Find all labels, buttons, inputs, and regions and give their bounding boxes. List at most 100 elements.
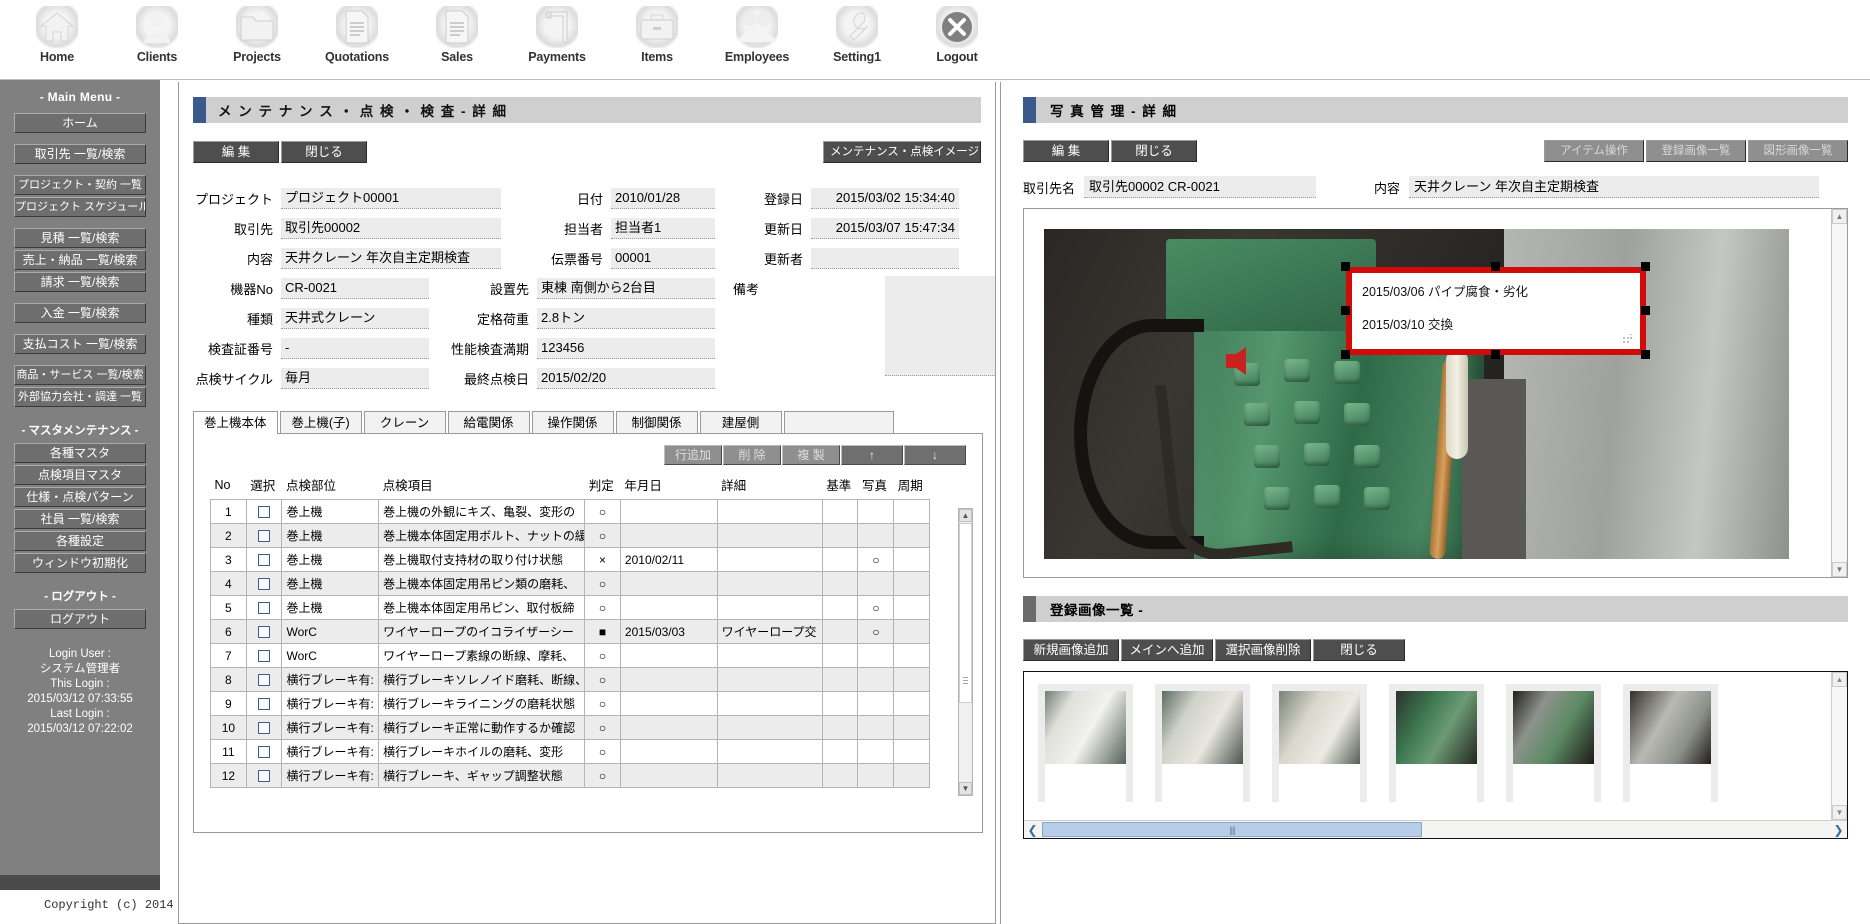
gallery-close-button[interactable]: 閉じる <box>1313 639 1405 661</box>
table-row[interactable]: 7 WorC ワイヤーロープ素線の断線、摩耗、 ○ <box>210 643 930 668</box>
toolbar-item-quotations[interactable]: Quotations <box>318 0 396 64</box>
add-row-button[interactable]: 行追加 <box>664 445 722 465</box>
registered-images-button[interactable]: 登録画像一覧 <box>1646 140 1746 162</box>
type-field[interactable]: 天井式クレーン <box>281 307 429 329</box>
table-row[interactable]: 4 巻上機 巻上機本体固定用吊ピン類の磨耗、 ○ <box>210 571 930 596</box>
row-checkbox[interactable] <box>258 554 271 567</box>
selection-handle-e[interactable] <box>1641 306 1650 315</box>
cell-select[interactable] <box>245 691 283 716</box>
maintenance-image-button[interactable]: メンテナンス・点検イメージ <box>823 141 981 163</box>
photo-content-field[interactable]: 天井クレーン 年次自主定期検査 <box>1409 176 1820 198</box>
gallery-thumbnail[interactable] <box>1038 684 1133 802</box>
red-arrow-marker-icon[interactable] <box>1226 347 1246 375</box>
row-checkbox[interactable] <box>258 530 271 543</box>
sidebar-item-employees[interactable]: 社員 一覧/検索 <box>14 509 146 529</box>
selection-handle-se[interactable] <box>1641 350 1650 359</box>
toolbar-item-items[interactable]: Items <box>618 0 696 64</box>
row-checkbox[interactable] <box>258 626 271 639</box>
sidebar-item-master-inspection[interactable]: 点検項目マスタ <box>14 465 146 485</box>
cell-select[interactable] <box>245 499 283 524</box>
item-operation-button[interactable]: アイテム操作 <box>1544 140 1644 162</box>
photo-scroll-down-icon[interactable]: ▼ <box>1832 562 1847 577</box>
content-field[interactable]: 天井クレーン 年次自主定期検査 <box>281 247 501 269</box>
gallery-thumbnail[interactable] <box>1155 684 1250 802</box>
row-checkbox[interactable] <box>258 770 271 783</box>
row-checkbox[interactable] <box>258 602 271 615</box>
cell-select[interactable] <box>245 763 283 788</box>
delete-selected-image-button[interactable]: 選択画像削除 <box>1215 639 1311 661</box>
cell-select[interactable] <box>245 715 283 740</box>
sidebar-item-partners[interactable]: 外部協力会社・調達 一覧 <box>14 387 146 407</box>
cell-select[interactable] <box>245 619 283 644</box>
gallery-scroll-down-icon[interactable]: ▼ <box>1832 805 1847 820</box>
add-to-main-button[interactable]: メインへ追加 <box>1121 639 1213 661</box>
sidebar-item-settings[interactable]: 各種設定 <box>14 531 146 551</box>
gallery-thumbnail[interactable] <box>1623 684 1718 802</box>
date-field[interactable]: 2010/01/28 <box>611 187 715 209</box>
row-checkbox[interactable] <box>258 578 271 591</box>
staff-field[interactable]: 担当者1 <box>611 217 715 239</box>
sidebar-item-receipts[interactable]: 入金 一覧/検索 <box>14 303 146 323</box>
cell-select[interactable] <box>245 547 283 572</box>
cycle-field[interactable]: 毎月 <box>281 367 429 389</box>
table-row[interactable]: 1 巻上機 巻上機の外観にキズ、亀裂、変形の ○ <box>210 499 930 524</box>
delete-row-button[interactable]: 削 除 <box>723 445 781 465</box>
move-down-button[interactable]: ↓ <box>904 445 966 465</box>
row-checkbox[interactable] <box>258 698 271 711</box>
slip-field[interactable]: 00001 <box>611 247 715 269</box>
gallery-scroll-up-icon[interactable]: ▲ <box>1832 672 1847 687</box>
sidebar-item-project-contract[interactable]: プロジェクト・契約 一覧 <box>14 175 146 195</box>
tab-building[interactable]: 建屋側 <box>699 411 782 434</box>
toolbar-item-setting1[interactable]: Setting1 <box>818 0 896 64</box>
sidebar-item-spec-pattern[interactable]: 仕様・点検パターン <box>14 487 146 507</box>
place-field[interactable]: 東棟 南側から2台目 <box>537 277 715 299</box>
cell-select[interactable] <box>245 739 283 764</box>
table-row[interactable]: 5 巻上機 巻上機本体固定用吊ピン、取付板締 ○ ○ <box>210 595 930 620</box>
selection-handle-ne[interactable] <box>1641 262 1650 271</box>
toolbar-item-logout[interactable]: Logout <box>918 0 996 64</box>
perf-field[interactable]: 123456 <box>537 337 715 359</box>
add-new-image-button[interactable]: 新規画像追加 <box>1023 639 1119 661</box>
cert-field[interactable]: - <box>281 337 429 359</box>
toolbar-item-employees[interactable]: Employees <box>718 0 796 64</box>
row-checkbox[interactable] <box>258 650 271 663</box>
toolbar-item-payments[interactable]: Payments <box>518 0 596 64</box>
toolbar-item-sales[interactable]: Sales <box>418 0 496 64</box>
photo-vertical-scrollbar[interactable]: ▲ ▼ <box>1831 209 1847 577</box>
annotation-textbox[interactable]: 2015/03/06 パイプ腐食・劣化 2015/03/10 交換 <box>1346 267 1646 355</box>
tab-crane[interactable]: クレーン <box>363 411 446 434</box>
tab-hoist-main[interactable]: 巻上機本体 <box>193 411 278 434</box>
table-row[interactable]: 10 横行ブレーキ有: 横行ブレーキ正常に動作するか確認 ○ <box>210 715 930 740</box>
gallery-horizontal-scrollbar[interactable]: ❮ |||| ❯ <box>1024 820 1847 838</box>
project-field[interactable]: プロジェクト00001 <box>281 187 501 209</box>
sidebar-item-project-schedule[interactable]: プロジェクト スケジュール <box>14 197 146 217</box>
gallery-hscroll-thumb[interactable]: |||| <box>1042 822 1422 837</box>
selection-handle-sw[interactable] <box>1341 350 1350 359</box>
gallery-thumbnail[interactable] <box>1389 684 1484 802</box>
gallery-thumbnail[interactable] <box>1272 684 1367 802</box>
cell-select[interactable] <box>245 595 283 620</box>
photo-client-field[interactable]: 取引先00002 CR-0021 <box>1084 176 1317 198</box>
table-row[interactable]: 6 WorC ワイヤーロープのイコライザーシー ■ 2015/03/03 ワイヤ… <box>210 619 930 644</box>
row-checkbox[interactable] <box>258 674 271 687</box>
sidebar-item-clients[interactable]: 取引先 一覧/検索 <box>14 144 146 164</box>
sidebar-item-estimates[interactable]: 見積 一覧/検索 <box>14 228 146 248</box>
image-gallery[interactable]: ▲ ▼ ❮ |||| ❯ <box>1023 671 1848 839</box>
gallery-scroll-left-icon[interactable]: ❮ <box>1024 821 1041 838</box>
sidebar-item-products-services[interactable]: 商品・サービス 一覧/検索 <box>14 365 146 385</box>
duplicate-row-button[interactable]: 複 製 <box>782 445 840 465</box>
row-checkbox[interactable] <box>258 722 271 735</box>
selection-handle-n[interactable] <box>1491 262 1500 271</box>
device-field[interactable]: CR-0021 <box>281 277 429 299</box>
table-row[interactable]: 11 横行ブレーキ有: 横行ブレーキホイルの磨耗、変形 ○ <box>210 739 930 764</box>
last-inspection-field[interactable]: 2015/02/20 <box>537 367 715 389</box>
table-row[interactable]: 2 巻上機 巻上機本体固定用ボルト、ナットの緩 ○ <box>210 523 930 548</box>
gallery-vertical-scrollbar[interactable]: ▲ ▼ <box>1831 672 1847 820</box>
sidebar-item-sales-delivery[interactable]: 売上・納品 一覧/検索 <box>14 250 146 270</box>
sidebar-item-payment-costs[interactable]: 支払コスト 一覧/検索 <box>14 334 146 354</box>
selection-handle-s[interactable] <box>1491 350 1500 359</box>
photo-close-button[interactable]: 閉じる <box>1111 140 1197 162</box>
move-up-button[interactable]: ↑ <box>841 445 903 465</box>
sidebar-item-home[interactable]: ホーム <box>14 113 146 133</box>
cell-select[interactable] <box>245 571 283 596</box>
